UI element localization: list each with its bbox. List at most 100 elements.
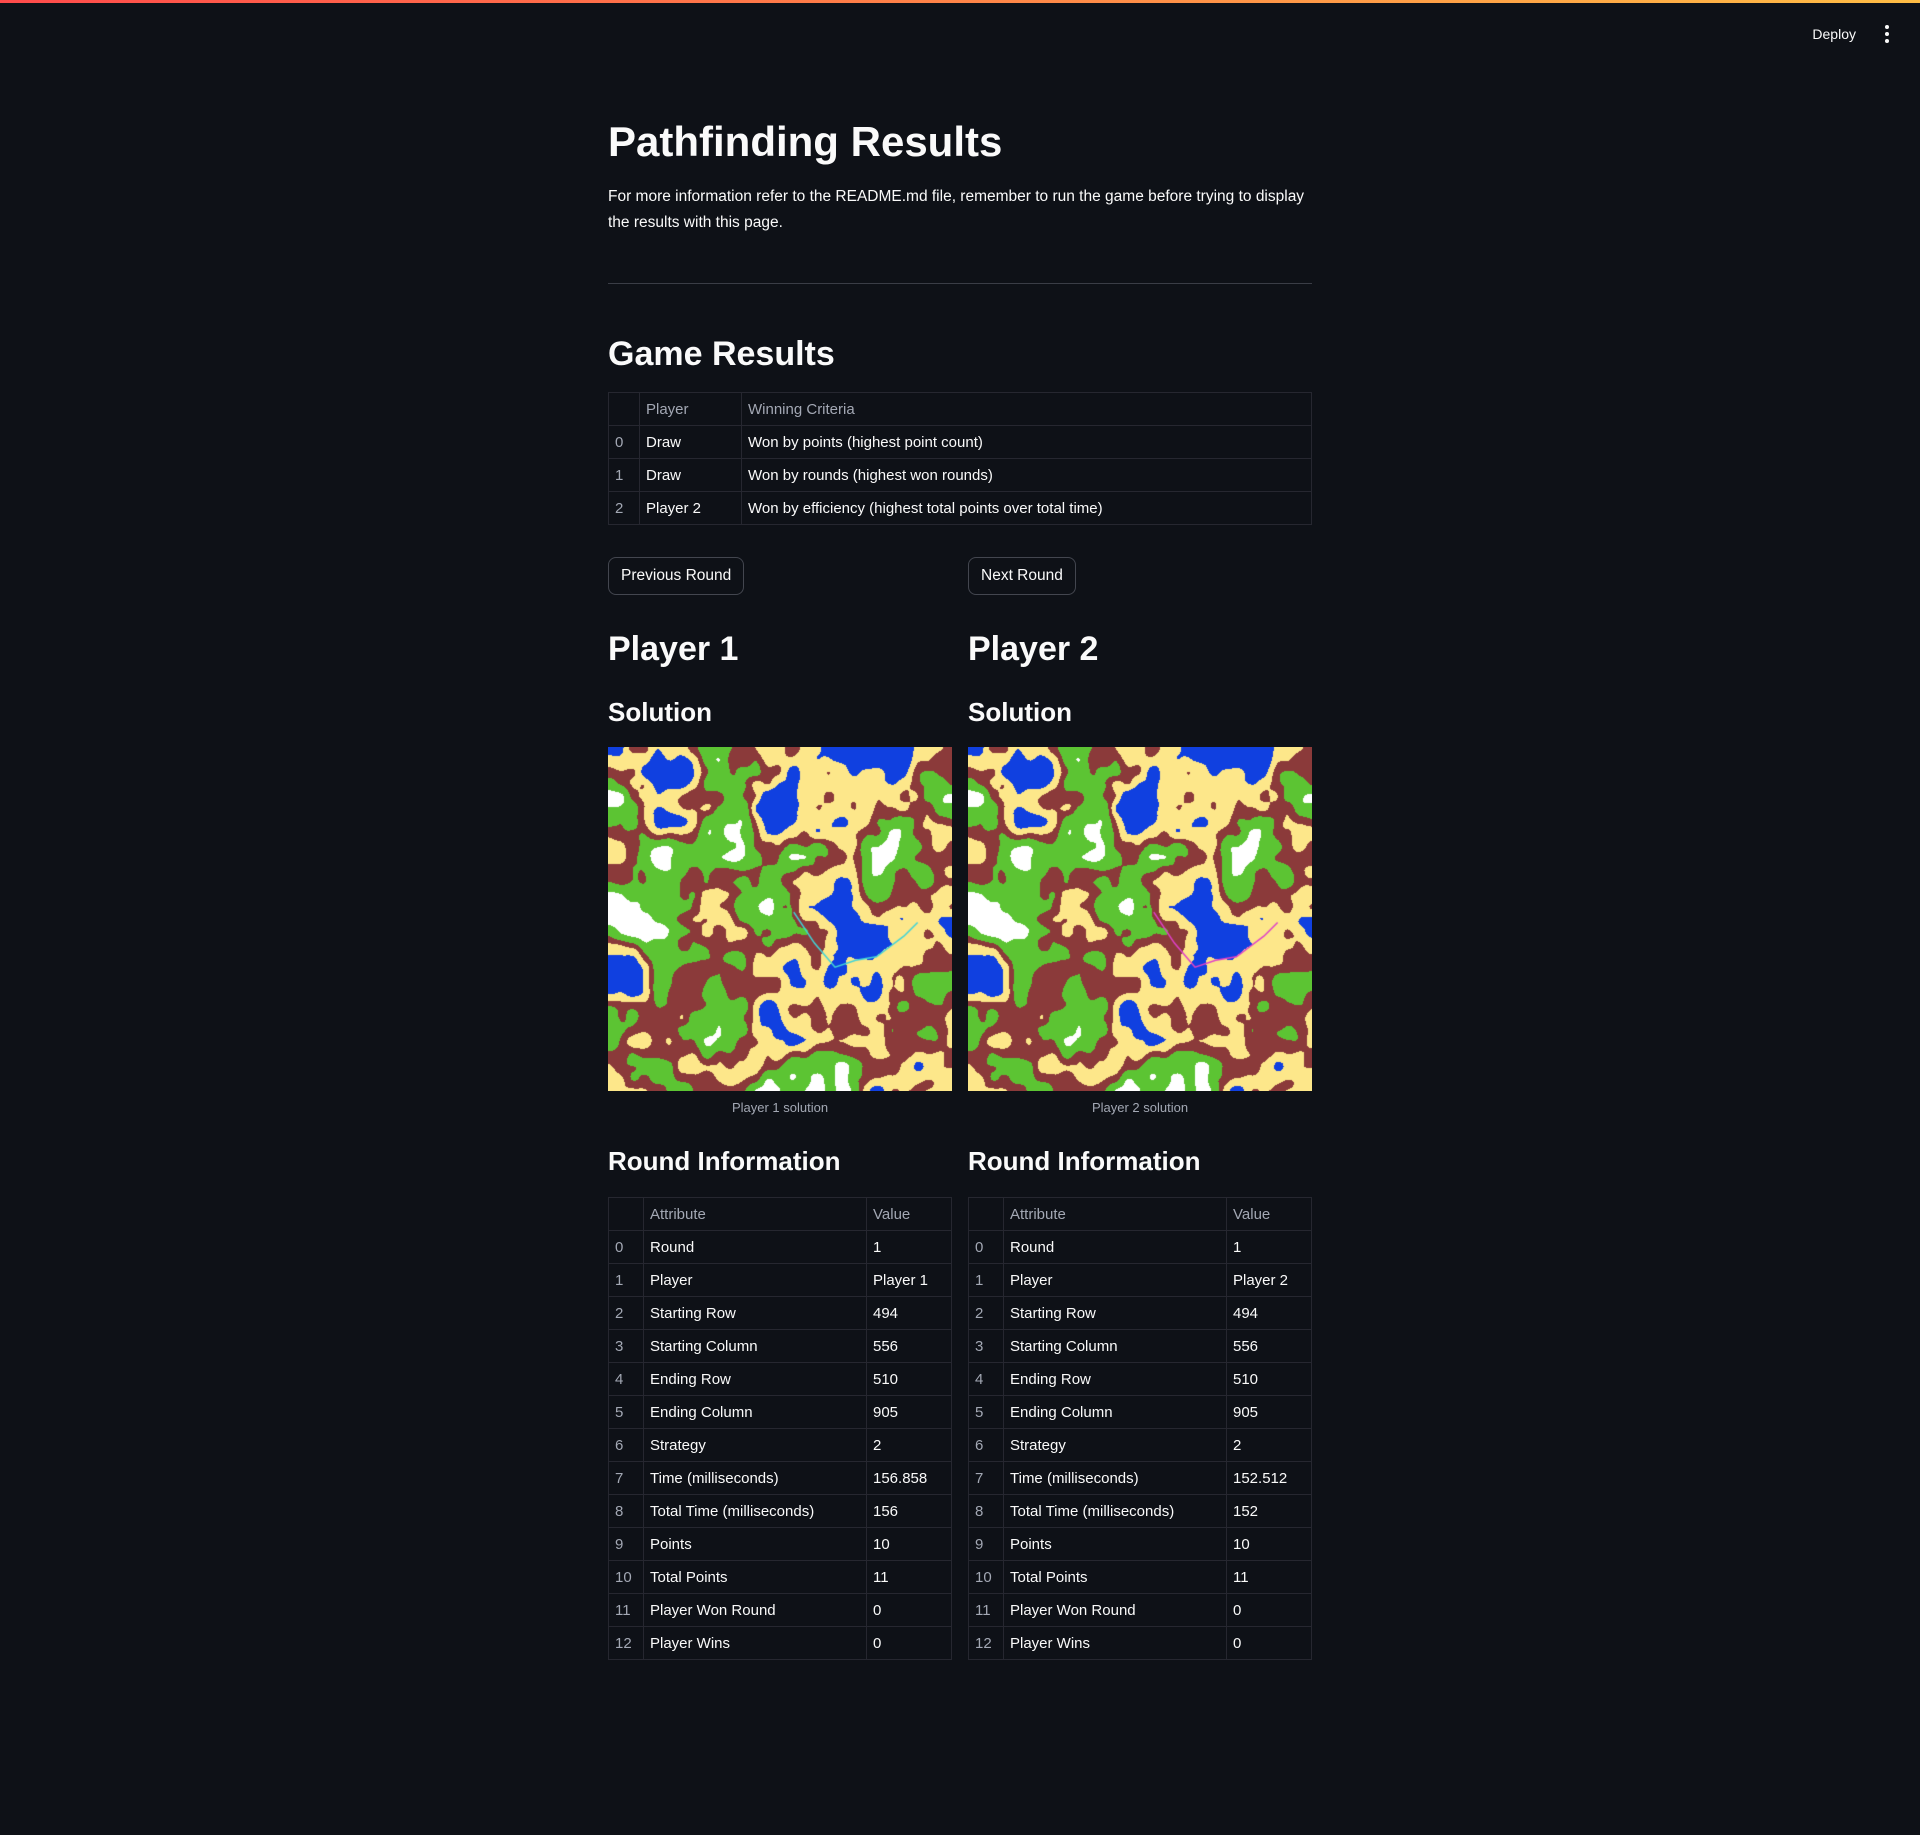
round-information-heading: Round Information bbox=[968, 1146, 1201, 1176]
row-index: 11 bbox=[608, 1593, 644, 1627]
column-header bbox=[968, 1197, 1004, 1231]
value-cell: 156.858 bbox=[866, 1461, 952, 1495]
row-index: 9 bbox=[968, 1527, 1004, 1561]
value-cell: 905 bbox=[1226, 1395, 1312, 1429]
attribute-cell: Strategy bbox=[1003, 1428, 1227, 1462]
attribute-cell: Player bbox=[643, 1263, 867, 1297]
value-cell: 1 bbox=[1226, 1230, 1312, 1264]
table-row: 5 Ending Column 905 bbox=[608, 1395, 952, 1429]
row-index: 7 bbox=[968, 1461, 1004, 1495]
attribute-cell: Starting Column bbox=[643, 1329, 867, 1363]
column-header: Attribute bbox=[643, 1197, 867, 1231]
attribute-cell: Total Time (milliseconds) bbox=[643, 1494, 867, 1528]
value-cell: 0 bbox=[1226, 1593, 1312, 1627]
player-heading: Player 1 bbox=[608, 630, 739, 668]
game-results-table: Player Winning Criteria 0 Draw Won by poin… bbox=[608, 392, 1312, 525]
column-header: Attribute bbox=[1003, 1197, 1227, 1231]
value-cell: 556 bbox=[866, 1329, 952, 1363]
table-row: 12 Player Wins 0 bbox=[968, 1626, 1312, 1660]
vertical-ellipsis-icon[interactable] bbox=[1884, 25, 1890, 43]
row-index: 5 bbox=[608, 1395, 644, 1429]
table-header-row: Attribute Value bbox=[968, 1197, 1312, 1231]
row-index: 3 bbox=[608, 1329, 644, 1363]
round-information-heading: Round Information bbox=[608, 1146, 841, 1176]
table-row: 4 Ending Row 510 bbox=[968, 1362, 1312, 1396]
value-cell: 0 bbox=[1226, 1626, 1312, 1660]
attribute-cell: Player Wins bbox=[1003, 1626, 1227, 1660]
value-cell: 510 bbox=[866, 1362, 952, 1396]
table-row: 11 Player Won Round 0 bbox=[608, 1593, 952, 1627]
table-row: 6 Strategy 2 bbox=[968, 1428, 1312, 1462]
image-caption: Player 2 solution bbox=[1091, 1100, 1189, 1115]
attribute-cell: Player Wins bbox=[643, 1626, 867, 1660]
table-row: 1 Player Player 2 bbox=[968, 1263, 1312, 1297]
value-cell: 2 bbox=[1226, 1428, 1312, 1462]
row-index: 6 bbox=[608, 1428, 644, 1462]
value-cell: 494 bbox=[866, 1296, 952, 1330]
table-row: 0 Round 1 bbox=[608, 1230, 952, 1264]
divider bbox=[608, 283, 1312, 284]
row-index: 0 bbox=[968, 1230, 1004, 1264]
table-row: 0 Round 1 bbox=[968, 1230, 1312, 1264]
row-index: 4 bbox=[968, 1362, 1004, 1396]
criteria-cell: Won by rounds (highest won rounds) bbox=[741, 458, 1312, 492]
game-results-heading: Game Results bbox=[608, 335, 835, 373]
round-information-table: Attribute Value 0 Round 1 1 Player Player 1 2 Sta… bbox=[608, 1197, 952, 1660]
player-cell: Player 2 bbox=[639, 491, 742, 525]
attribute-cell: Points bbox=[1003, 1527, 1227, 1561]
attribute-cell: Ending Column bbox=[643, 1395, 867, 1429]
row-index: 11 bbox=[968, 1593, 1004, 1627]
attribute-cell: Round bbox=[643, 1230, 867, 1264]
player-cell: Draw bbox=[639, 425, 742, 459]
column-header: Value bbox=[1226, 1197, 1312, 1231]
solution-heading: Solution bbox=[968, 697, 1072, 727]
table-row: 6 Strategy 2 bbox=[608, 1428, 952, 1462]
attribute-cell: Player Won Round bbox=[1003, 1593, 1227, 1627]
attribute-cell: Player Won Round bbox=[643, 1593, 867, 1627]
value-cell: 11 bbox=[866, 1560, 952, 1594]
row-index: 6 bbox=[968, 1428, 1004, 1462]
table-row: 8 Total Time (milliseconds) 152 bbox=[968, 1494, 1312, 1528]
value-cell: Player 2 bbox=[1226, 1263, 1312, 1297]
column-header: Player bbox=[639, 392, 742, 426]
row-index: 2 bbox=[608, 1296, 644, 1330]
value-cell: 2 bbox=[866, 1428, 952, 1462]
value-cell: Player 1 bbox=[866, 1263, 952, 1297]
column-header: Winning Criteria bbox=[741, 392, 1312, 426]
row-index: 8 bbox=[608, 1494, 644, 1528]
next-round-button[interactable]: Next Round bbox=[968, 557, 1076, 595]
value-cell: 152 bbox=[1226, 1494, 1312, 1528]
row-index: 4 bbox=[608, 1362, 644, 1396]
row-index: 8 bbox=[968, 1494, 1004, 1528]
previous-round-button[interactable]: Previous Round bbox=[608, 557, 745, 595]
row-index: 2 bbox=[968, 1296, 1004, 1330]
table-row: 0 Draw Won by points (highest point count) bbox=[608, 425, 1312, 459]
table-row: 1 Player Player 1 bbox=[608, 1263, 952, 1297]
intro-text: For more information refer to the README… bbox=[608, 188, 1305, 231]
attribute-cell: Ending Column bbox=[1003, 1395, 1227, 1429]
row-index: 1 bbox=[608, 458, 640, 492]
attribute-cell: Starting Row bbox=[1003, 1296, 1227, 1330]
table-row: 3 Starting Column 556 bbox=[968, 1329, 1312, 1363]
table-row: 3 Starting Column 556 bbox=[608, 1329, 952, 1363]
table-header-row: Attribute Value bbox=[608, 1197, 952, 1231]
value-cell: 10 bbox=[1226, 1527, 1312, 1561]
table-row: 9 Points 10 bbox=[608, 1527, 952, 1561]
table-row: 2 Starting Row 494 bbox=[608, 1296, 952, 1330]
deploy-button[interactable]: Deploy bbox=[1806, 22, 1862, 46]
row-index: 1 bbox=[608, 1263, 644, 1297]
table-row: 2 Player 2 Won by efficiency (highest tota… bbox=[608, 491, 1312, 525]
value-cell: 11 bbox=[1226, 1560, 1312, 1594]
top-accent-bar bbox=[0, 0, 1920, 3]
player-cell: Draw bbox=[639, 458, 742, 492]
value-cell: 0 bbox=[866, 1593, 952, 1627]
attribute-cell: Total Time (milliseconds) bbox=[1003, 1494, 1227, 1528]
attribute-cell: Starting Row bbox=[643, 1296, 867, 1330]
solution-map-image bbox=[608, 747, 952, 1091]
value-cell: 10 bbox=[866, 1527, 952, 1561]
row-index: 10 bbox=[968, 1560, 1004, 1594]
column-header bbox=[608, 392, 640, 426]
attribute-cell: Total Points bbox=[1003, 1560, 1227, 1594]
image-caption: Player 1 solution bbox=[731, 1100, 829, 1115]
solution-map-image bbox=[968, 747, 1312, 1091]
